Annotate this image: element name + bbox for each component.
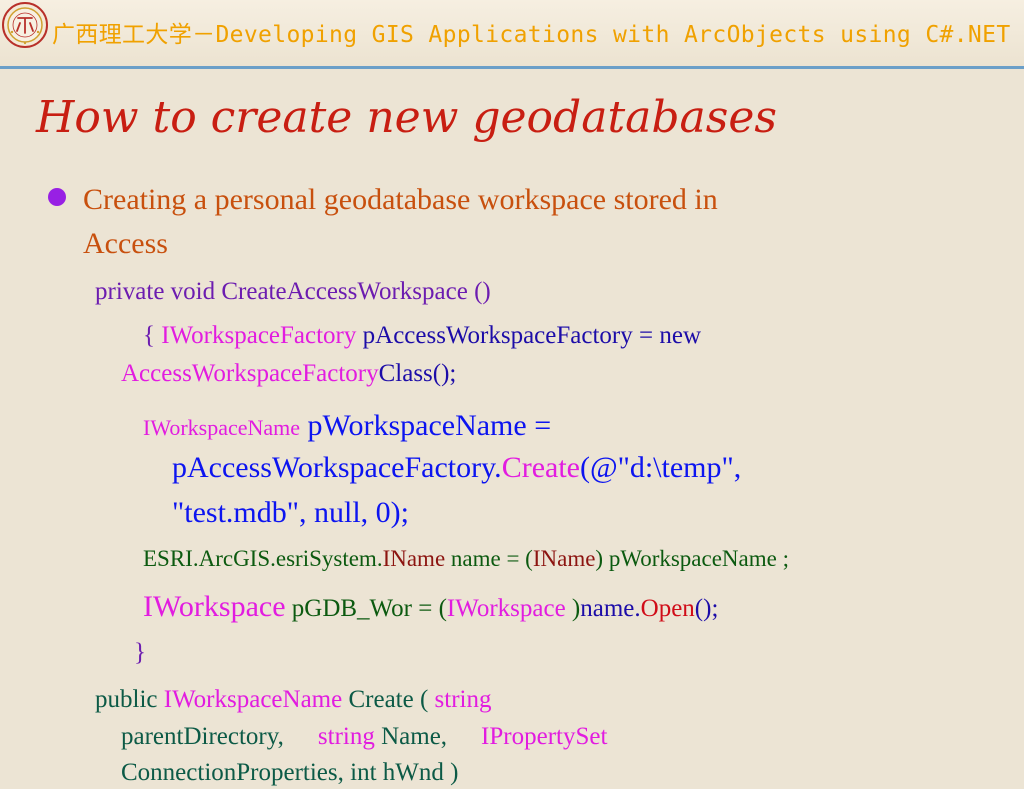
bullet-text-line1: Creating a personal geodatabase workspac… (83, 183, 718, 216)
header-title-dash: － (192, 22, 216, 48)
code-method: Create (501, 451, 580, 484)
bullet-text: Creating a personal geodatabase workspac… (83, 178, 983, 266)
code-keyword: string (434, 686, 492, 713)
code-line-4: IWorkspaceName pWorkspaceName = (143, 406, 551, 451)
slide-title: How to create new geodatabases (36, 92, 777, 143)
code-line-2: { IWorkspaceFactory pAccessWorkspaceFact… (143, 320, 701, 352)
code-keyword: public (95, 686, 164, 713)
code-type: IPropertySet (481, 723, 608, 750)
code-type: IWorkspaceName (143, 415, 301, 440)
header-divider (0, 66, 1024, 69)
slide-header: 广西理工大学－Developing GIS Applications with … (0, 0, 1024, 66)
university-seal-logo (2, 2, 48, 48)
code-brace-open: { (143, 322, 162, 349)
header-title: 广西理工大学－Developing GIS Applications with … (52, 19, 1011, 51)
code-line-9: } (134, 639, 146, 666)
code-text: pAccessWorkspaceFactory = new (356, 322, 701, 349)
code-text: (@"d:\temp", (579, 451, 742, 484)
code-text: name = ( (445, 546, 533, 571)
bullet-dot (48, 188, 66, 206)
code-text: (); (694, 595, 719, 622)
code-text: pWorkspaceName = (300, 409, 552, 442)
header-title-cn: 广西理工大学 (52, 22, 193, 48)
header-title-en: Developing GIS Applications with ArcObje… (215, 22, 1011, 48)
code-type: IName (532, 546, 596, 571)
code-method: Open (640, 595, 695, 622)
code-line-12: ConnectionProperties, int hWnd ) (121, 759, 459, 786)
code-keyword: string (317, 723, 375, 750)
code-text: ) pWorkspaceName ; (595, 546, 789, 571)
code-type: IWorkspace (446, 595, 566, 622)
code-line-10: public IWorkspaceName Create ( string (95, 684, 491, 716)
code-text: Class(); (378, 360, 457, 387)
code-type: IName (382, 546, 446, 571)
code-line-8: IWorkspace pGDB_Wor = (IWorkspace )name.… (143, 587, 718, 632)
code-text: Name, (381, 723, 448, 750)
code-text: pGDB_Wor = ( (285, 595, 447, 622)
code-line-6: "test.mdb", null, 0); (172, 496, 409, 529)
code-line-7: ESRI.ArcGIS.esriSystem.IName name = (INa… (143, 543, 789, 575)
code-text: Create ( (342, 686, 435, 713)
code-namespace: ESRI.ArcGIS.esriSystem. (143, 546, 383, 571)
code-type: IWorkspaceFactory (161, 322, 357, 349)
bullet-text-line2: Access (83, 227, 168, 260)
code-text: parentDirectory, (121, 723, 284, 750)
code-type: AccessWorkspaceFactory (121, 360, 379, 387)
code-line-5: pAccessWorkspaceFactory.Create(@"d:\temp… (172, 448, 741, 488)
code-line-11: parentDirectory, string Name, IPropertySet (121, 721, 607, 753)
code-text: ) (565, 595, 581, 622)
code-text: name. (580, 595, 641, 622)
code-line-1: private void CreateAccessWorkspace () (95, 278, 491, 305)
code-type: IWorkspaceName (163, 686, 343, 713)
code-type: IWorkspace (143, 590, 286, 623)
code-line-3: AccessWorkspaceFactoryClass(); (121, 358, 456, 390)
code-text: pAccessWorkspaceFactory. (172, 451, 502, 484)
